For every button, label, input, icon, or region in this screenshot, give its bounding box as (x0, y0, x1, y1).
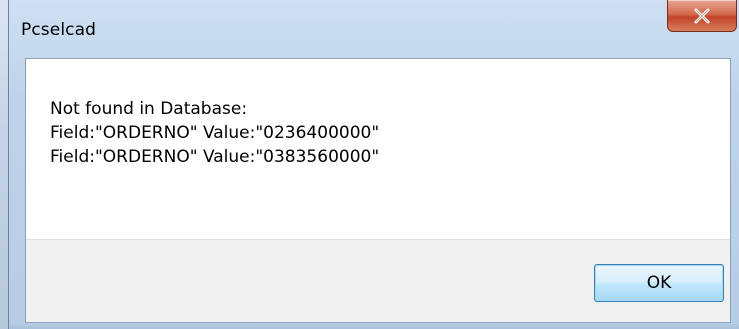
window-bottom-edge (9, 323, 739, 329)
title-bar[interactable]: Pcselcad (9, 0, 739, 58)
close-icon (694, 8, 710, 23)
message-line: Field:"ORDERNO" Value:"0383560000" (50, 147, 380, 167)
message-text: Not found in Database: Field:"ORDERNO" V… (50, 97, 379, 169)
button-bar: OK (26, 239, 730, 322)
message-dialog: Pcselcad Not found in Database: Field:"O… (8, 0, 739, 329)
ok-button[interactable]: OK (594, 264, 724, 302)
close-button[interactable] (667, 0, 737, 32)
message-line: Not found in Database: (50, 99, 248, 119)
window-title: Pcselcad (21, 20, 96, 40)
message-line: Field:"ORDERNO" Value:"0236400000" (50, 123, 380, 143)
dialog-body: Not found in Database: Field:"ORDERNO" V… (25, 58, 731, 323)
